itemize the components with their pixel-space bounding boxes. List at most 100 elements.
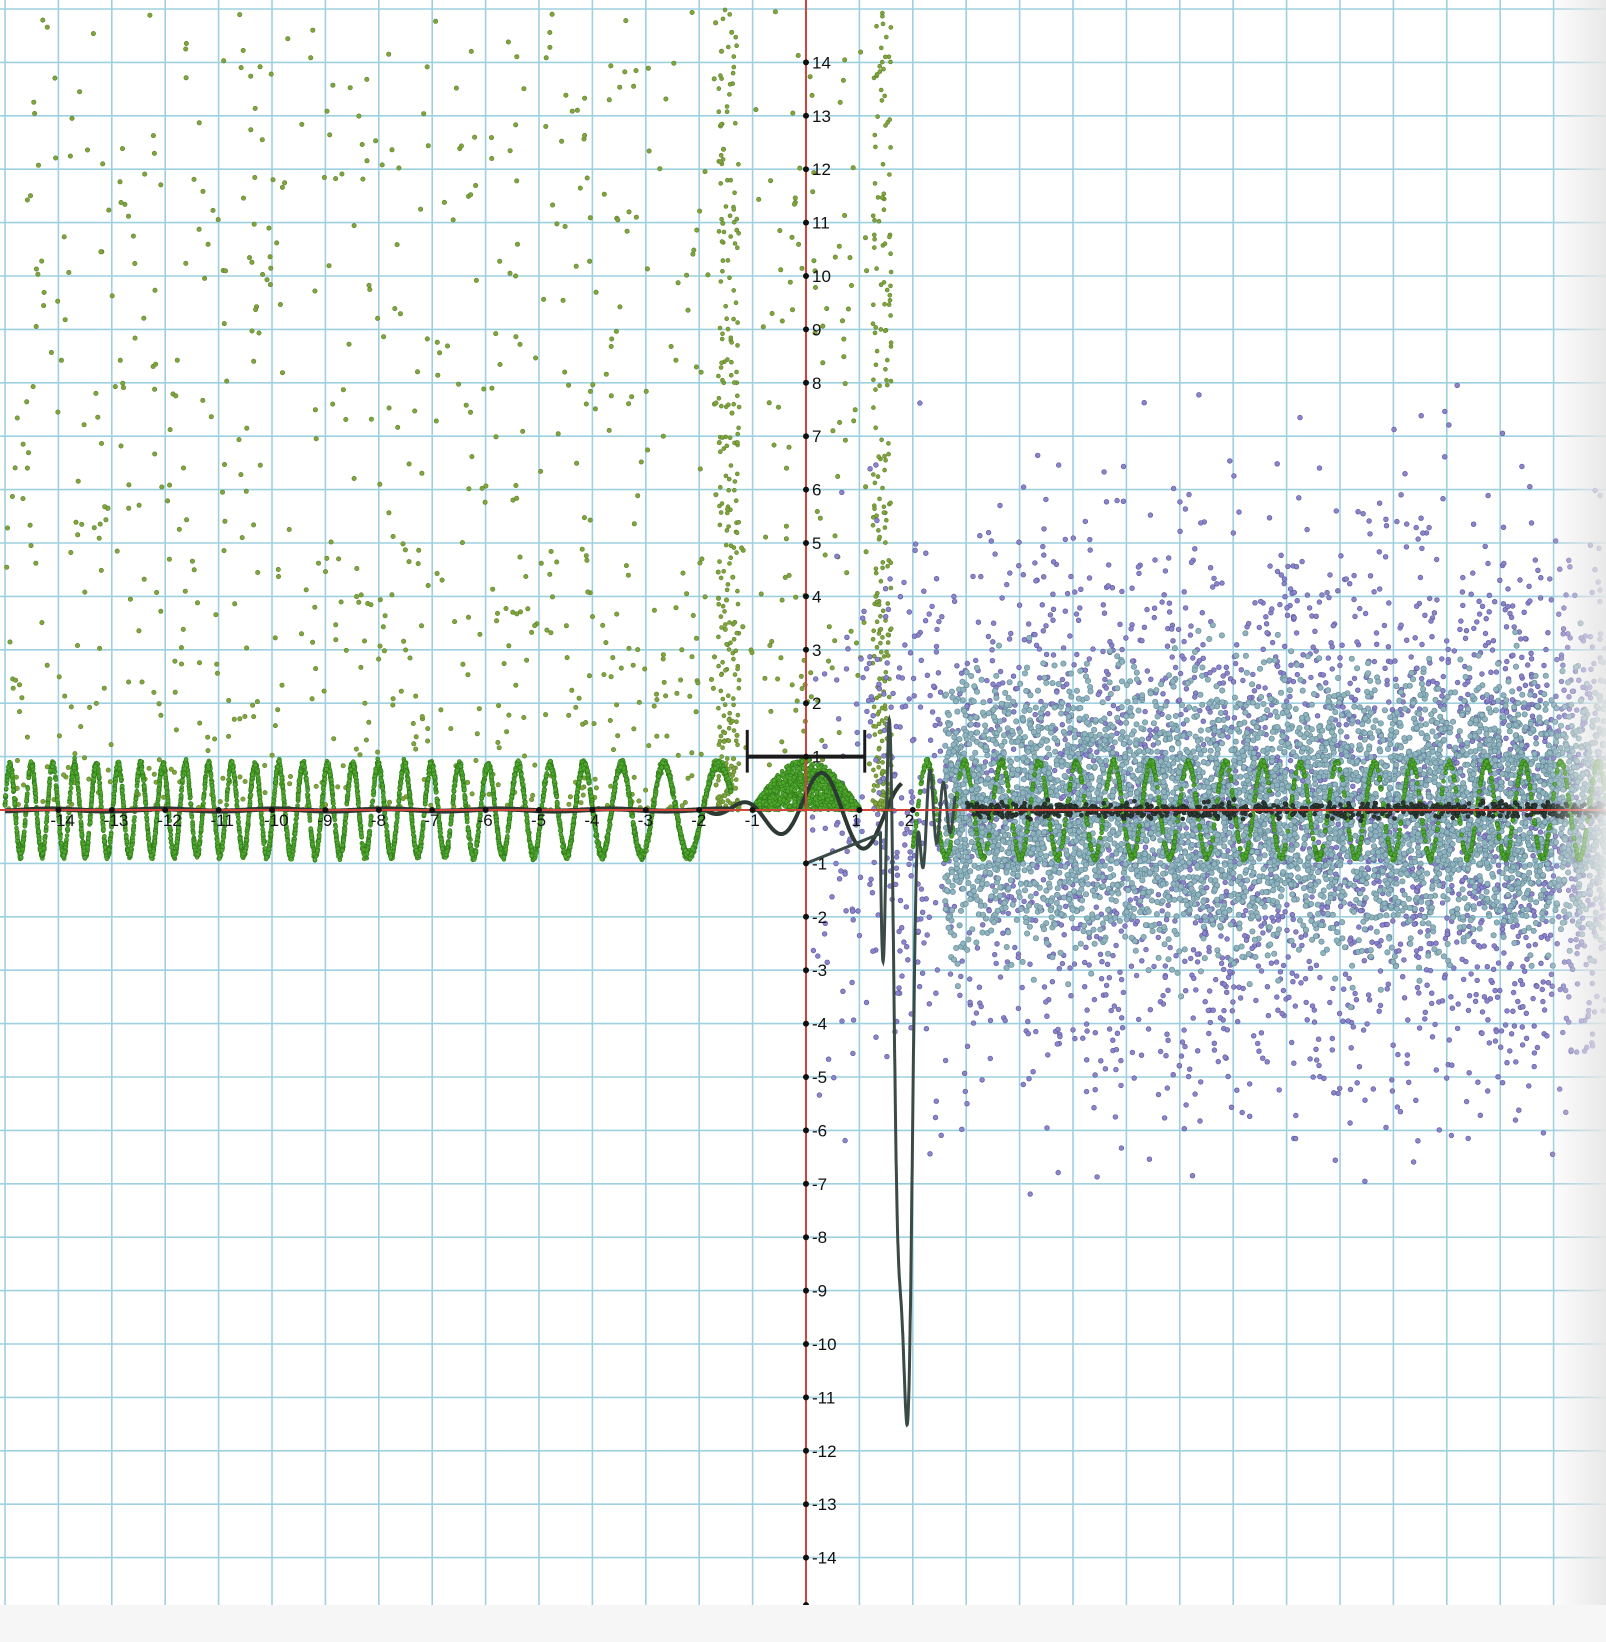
scatter-point [62, 693, 68, 699]
scatter-point [1347, 859, 1353, 865]
scatter-point [731, 207, 737, 212]
scatter-point [1485, 560, 1491, 567]
scatter-point [343, 647, 349, 653]
scatter-point [39, 258, 45, 264]
scatter-point [1224, 936, 1230, 942]
scatter-point [1095, 691, 1102, 698]
scatter-point [1540, 979, 1546, 985]
scatter-point [112, 384, 118, 390]
scatter-point [343, 416, 349, 422]
scatter-point [1138, 1052, 1145, 1058]
scatter-point [32, 111, 38, 117]
scatter-point [167, 482, 173, 488]
scatter-point [1520, 963, 1526, 970]
scatter-point [898, 924, 905, 931]
scatter-point [1548, 991, 1555, 997]
scatter-point [549, 11, 555, 17]
scatter-point [879, 59, 885, 65]
scatter-point [156, 701, 162, 707]
scatter-point [859, 615, 866, 621]
scatter-point [477, 631, 483, 637]
scatter-point [321, 688, 327, 694]
scatter-point [1230, 999, 1236, 1005]
scatter-point [887, 117, 893, 122]
scatter-point [1352, 613, 1358, 620]
scatter-point [693, 364, 699, 370]
scatter-point [690, 251, 696, 257]
scatter-point [881, 191, 887, 197]
scatter-point [95, 414, 101, 420]
scatter-point [851, 418, 857, 424]
scatter-point [1062, 608, 1069, 614]
scatter-point [1508, 1031, 1515, 1037]
scatter-point [990, 681, 996, 687]
graph-plot-area[interactable]: 14 13 12 11 10 9 8 7 6 5 4 3 2 1 -1 -2 -3 -4 -5 -6 -7 -8 -9 -10… [0, 0, 1606, 1642]
scatter-point [513, 122, 519, 128]
scatter-point [321, 175, 327, 181]
scatter-point [1331, 1090, 1337, 1096]
scatter-point [713, 400, 719, 406]
scatter-point [727, 275, 732, 281]
scatter-point [523, 573, 529, 579]
scatter-point [418, 206, 424, 212]
scatter-point [796, 241, 802, 247]
scatter-point [959, 1126, 965, 1133]
scatter-point [1103, 668, 1110, 675]
scatter-point [885, 601, 891, 606]
scatter-point [723, 404, 729, 410]
scatter-point [1549, 1151, 1556, 1158]
scatter-point [1562, 987, 1569, 994]
scatter-point [354, 565, 360, 571]
scatter-point [863, 484, 869, 490]
scatter-point [797, 165, 803, 171]
scatter-point [671, 60, 677, 66]
scatter-point [1177, 499, 1183, 505]
scatter-point [874, 656, 880, 663]
scatter-point [725, 326, 731, 332]
scatter-point [1549, 983, 1555, 989]
scatter-point [942, 1057, 949, 1064]
scatter-point [267, 282, 273, 288]
scatter-point [189, 558, 195, 564]
scatter-point [876, 685, 883, 692]
graph-canvas[interactable]: 1413121110987654321-1-2-3-4-5-6-7-8-9-10… [0, 0, 1606, 1642]
scatter-point [821, 931, 828, 937]
scatter-point [44, 24, 50, 30]
scatter-point [689, 773, 695, 779]
scatter-point [467, 409, 473, 415]
scatter-point [1383, 1124, 1389, 1131]
scatter-point [886, 451, 891, 457]
scatter-point [1557, 986, 1564, 993]
scatter-point [1082, 518, 1089, 525]
scatter-point [1254, 891, 1261, 897]
scatter-point [1445, 659, 1451, 665]
scatter-point [1044, 1013, 1050, 1019]
scatter-point [881, 510, 887, 515]
scatter-point [413, 693, 419, 699]
scatter-point [1274, 461, 1280, 467]
scatter-point [918, 657, 924, 663]
scatter-point [1117, 621, 1123, 627]
scatter-point [731, 288, 737, 293]
scatter-point [1575, 751, 1582, 757]
scatter-point [866, 733, 872, 739]
scatter-point [848, 282, 854, 288]
scatter-point [721, 739, 727, 744]
scatter-point [933, 1098, 939, 1104]
scatter-point [324, 555, 330, 561]
scatter-point [881, 727, 888, 734]
scatter-point [679, 647, 685, 653]
scatter-point [1060, 645, 1067, 651]
scatter-point [606, 97, 612, 103]
scatter-point [439, 577, 445, 583]
scatter-point [978, 573, 984, 580]
scatter-point [877, 534, 883, 540]
scatter-point [308, 55, 314, 61]
scatter-point [1212, 976, 1219, 983]
scatter-point [614, 702, 620, 708]
scatter-point [1179, 1039, 1186, 1045]
scatter-point [202, 275, 208, 281]
scatter-point [909, 794, 916, 800]
scatter-point [898, 795, 905, 801]
scatter-point [191, 567, 197, 573]
